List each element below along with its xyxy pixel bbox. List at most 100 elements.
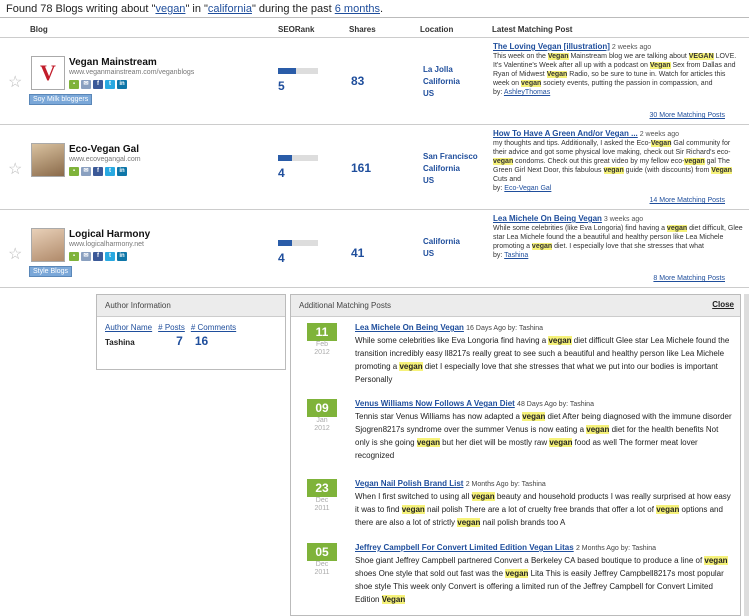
keyword-highlight: Vegan <box>711 167 732 174</box>
star-icon[interactable]: ☆ <box>8 72 22 92</box>
close-button[interactable]: Close <box>712 300 734 309</box>
linkedin-icon[interactable]: in <box>117 167 127 176</box>
seorank-value: 5 <box>278 79 285 93</box>
date-month: Jan <box>316 417 328 424</box>
post-age: 2 weeks ago <box>639 131 680 138</box>
author-link[interactable]: Tashina <box>504 252 528 259</box>
facebook-icon[interactable]: f <box>93 252 103 261</box>
header-sep: " in " <box>185 3 208 15</box>
blog-category-tag[interactable]: Soy Milk bloggers <box>29 94 93 105</box>
linkedin-icon[interactable]: in <box>117 252 127 261</box>
keyword-highlight: Vegan <box>547 53 569 60</box>
date-badge: 11 Feb 2012 <box>307 323 337 357</box>
post-title-link[interactable]: The Loving Vegan [illustration] <box>493 42 610 51</box>
date-year: 2011 <box>314 505 330 512</box>
email-icon[interactable]: ✉ <box>81 167 91 176</box>
avatar[interactable] <box>31 143 65 177</box>
location-country[interactable]: US <box>423 88 460 100</box>
blog-url[interactable]: www.ecovegangal.com <box>69 156 141 163</box>
date-month: Feb <box>315 341 329 348</box>
author-link[interactable]: Eco-Vegan Gal <box>504 185 551 192</box>
scrollbar[interactable] <box>744 294 749 616</box>
post-title-link[interactable]: How To Have A Green And/or Vegan ... <box>493 129 638 138</box>
seorank-value: 4 <box>278 166 285 180</box>
twitter-icon[interactable]: t <box>105 252 115 261</box>
share-icons: ▪ ✉ f t in <box>69 252 127 261</box>
post-age: 2 weeks ago <box>611 44 652 51</box>
additional-post-heading: Venus Williams Now Follows A Vegan Diet … <box>355 399 594 408</box>
author-name-header[interactable]: Author Name <box>105 323 158 332</box>
blog-name[interactable]: Vegan Mainstream <box>69 57 157 68</box>
excerpt-text: Mainstream blog we are talking about <box>568 53 689 60</box>
byline-label: by: <box>493 185 503 192</box>
col-shares: Shares <box>349 25 376 34</box>
twitter-icon[interactable]: t <box>105 80 115 89</box>
blog-location: La Jolla California US <box>423 64 460 100</box>
author-link[interactable]: AshleyThomas <box>504 89 550 96</box>
more-posts-link[interactable]: 30 More Matching Posts <box>650 112 725 119</box>
twitter-icon[interactable]: t <box>105 167 115 176</box>
location-city[interactable]: La Jolla <box>423 64 460 76</box>
star-icon[interactable]: ☆ <box>8 244 22 264</box>
location-state[interactable]: California <box>423 163 478 175</box>
additional-post-title[interactable]: Jeffrey Campbell For Convert Limited Edi… <box>355 543 574 552</box>
additional-post-heading: Vegan Nail Polish Brand List 2 Months Ag… <box>355 479 546 488</box>
facebook-icon[interactable]: f <box>93 80 103 89</box>
additional-post-title[interactable]: Vegan Nail Polish Brand List <box>355 479 463 488</box>
keyword-highlight: vegan <box>416 438 440 447</box>
facebook-icon[interactable]: f <box>93 167 103 176</box>
blog-category-tag[interactable]: Style Blogs <box>29 266 73 277</box>
email-icon[interactable]: ✉ <box>81 80 91 89</box>
email-icon[interactable]: ✉ <box>81 252 91 261</box>
post-excerpt: While some celebrities (like Eva Longori… <box>493 224 743 251</box>
location-country[interactable]: US <box>423 248 460 260</box>
star-icon[interactable]: ☆ <box>8 159 22 179</box>
keyword-highlight: vegan <box>521 80 542 87</box>
additional-post-excerpt: When I first switched to using all vegan… <box>355 490 735 529</box>
excerpt-text: Tennis star Venus Williams has now adapt… <box>355 412 523 421</box>
additional-posts-panel: Additional Matching Posts Close 11 Feb 201… <box>290 294 741 616</box>
blog-name[interactable]: Logical Harmony <box>69 229 150 240</box>
author-posts-count[interactable]: 7 <box>158 332 191 348</box>
avatar[interactable]: V <box>31 56 65 90</box>
author-comments-count[interactable]: 16 <box>191 332 242 348</box>
latest-post: The Loving Vegan [illustration] 2 weeks … <box>493 42 743 97</box>
blog-url[interactable]: www.veganmainstream.com/veganblogs <box>69 69 194 76</box>
location-state[interactable]: California <box>423 76 460 88</box>
additional-post-age: 2 Months Ago by: Tashina <box>575 545 656 552</box>
blog-name[interactable]: Eco-Vegan Gal <box>69 144 139 155</box>
comments-header[interactable]: # Comments <box>191 323 242 332</box>
rss-icon[interactable]: ▪ <box>69 80 79 89</box>
post-title-link[interactable]: Lea Michele On Being Vegan <box>493 214 602 223</box>
more-posts-link[interactable]: 8 More Matching Posts <box>653 275 725 282</box>
excerpt-text: guide (with discounts) from <box>623 167 712 174</box>
location-link[interactable]: california <box>208 3 252 15</box>
excerpt-text: diet. I especially love that she stresse… <box>552 243 704 250</box>
excerpt-text: shoes One style that sold out fast was t… <box>355 569 506 578</box>
location-state[interactable]: California <box>423 236 460 248</box>
additional-post-title[interactable]: Venus Williams Now Follows A Vegan Diet <box>355 399 515 408</box>
location-country[interactable]: US <box>423 175 478 187</box>
linkedin-icon[interactable]: in <box>117 80 127 89</box>
location-city[interactable]: San Francisco <box>423 151 478 163</box>
author-panel-title: Author Information <box>97 295 285 317</box>
blog-logo: V <box>40 60 56 85</box>
more-posts-link[interactable]: 14 More Matching Posts <box>650 197 725 204</box>
keyword-highlight: vegan <box>548 336 572 345</box>
rss-icon[interactable]: ▪ <box>69 167 79 176</box>
post-byline: by: Eco-Vegan Gal <box>493 184 743 193</box>
seorank-value: 4 <box>278 251 285 265</box>
blog-url[interactable]: www.logicalharmony.net <box>69 241 144 248</box>
keyword-highlight: vegan <box>704 556 728 565</box>
additional-post-excerpt: Shoe giant Jeffrey Campbell partnered Co… <box>355 554 735 606</box>
date-year: 2012 <box>314 349 330 356</box>
author-name: Tashina <box>105 337 135 347</box>
additional-post-title[interactable]: Lea Michele On Being Vegan <box>355 323 464 332</box>
avatar[interactable] <box>31 228 65 262</box>
period-link[interactable]: 6 months <box>335 3 380 15</box>
keyword-highlight: vegan <box>399 362 423 371</box>
additional-post-heading: Jeffrey Campbell For Convert Limited Edi… <box>355 543 656 552</box>
keyword-link[interactable]: vegan <box>155 3 185 15</box>
posts-header[interactable]: # Posts <box>158 323 191 332</box>
rss-icon[interactable]: ▪ <box>69 252 79 261</box>
